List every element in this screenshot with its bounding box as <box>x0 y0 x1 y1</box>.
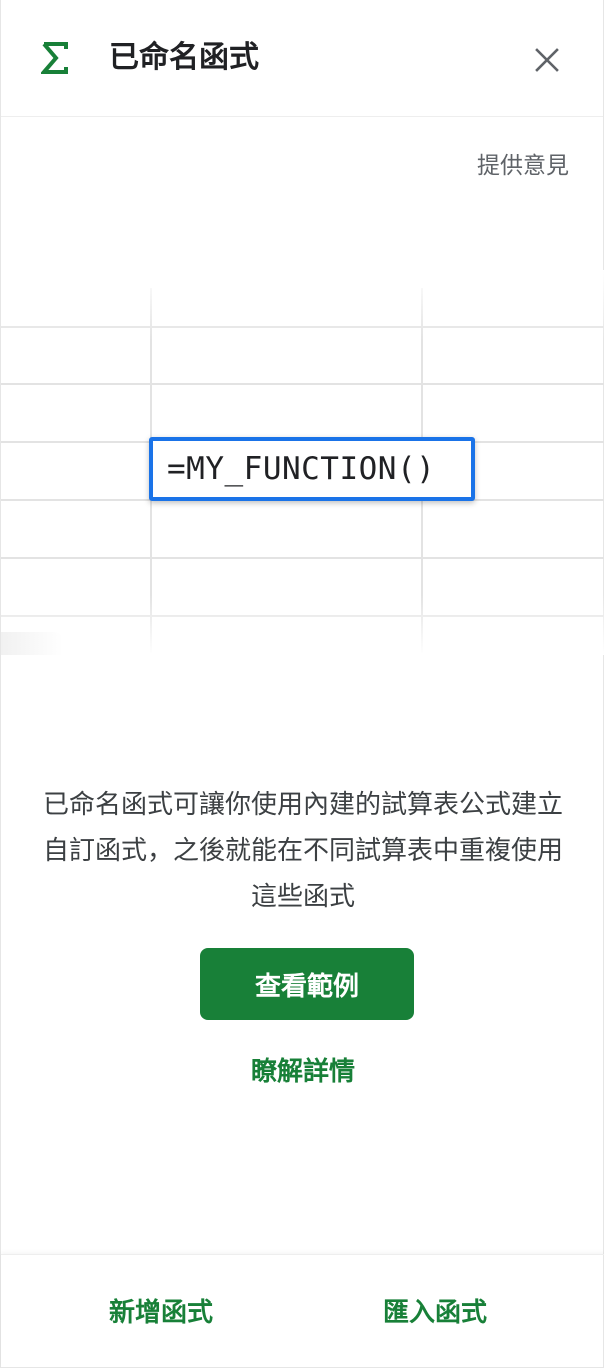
formula-text: =MY_FUNCTION() <box>167 451 436 487</box>
panel-footer: 新增函式 匯入函式 <box>1 1254 604 1368</box>
add-function-button[interactable]: 新增函式 <box>109 1293 213 1333</box>
formula-cell: =MY_FUNCTION() <box>149 437 475 501</box>
grid-line <box>1 383 604 385</box>
feedback-link[interactable]: 提供意見 <box>477 150 569 182</box>
sigma-icon <box>41 42 68 74</box>
learn-more-link[interactable]: 瞭解詳情 <box>1 1052 604 1092</box>
illustration-fade <box>1 595 604 655</box>
illustration-fade <box>1 270 604 340</box>
spreadsheet-illustration: =MY_FUNCTION() <box>1 270 604 655</box>
sheet-tab-decoration <box>1 632 63 655</box>
view-examples-button[interactable]: 查看範例 <box>200 948 414 1020</box>
panel-title: 已命名函式 <box>109 40 259 75</box>
close-icon <box>535 48 559 72</box>
grid-line <box>1 557 604 559</box>
description-text: 已命名函式可讓你使用內建的試算表公式建立自訂函式，之後就能在不同試算表中重複使用… <box>42 790 563 912</box>
named-functions-panel: 已命名函式 提供意見 =MY_FUNCTION() 已命名函式可讓你使用內建的試… <box>0 0 604 1368</box>
close-button[interactable] <box>523 36 571 84</box>
import-function-button[interactable]: 匯入函式 <box>383 1293 487 1333</box>
panel-header: 已命名函式 <box>1 0 603 117</box>
